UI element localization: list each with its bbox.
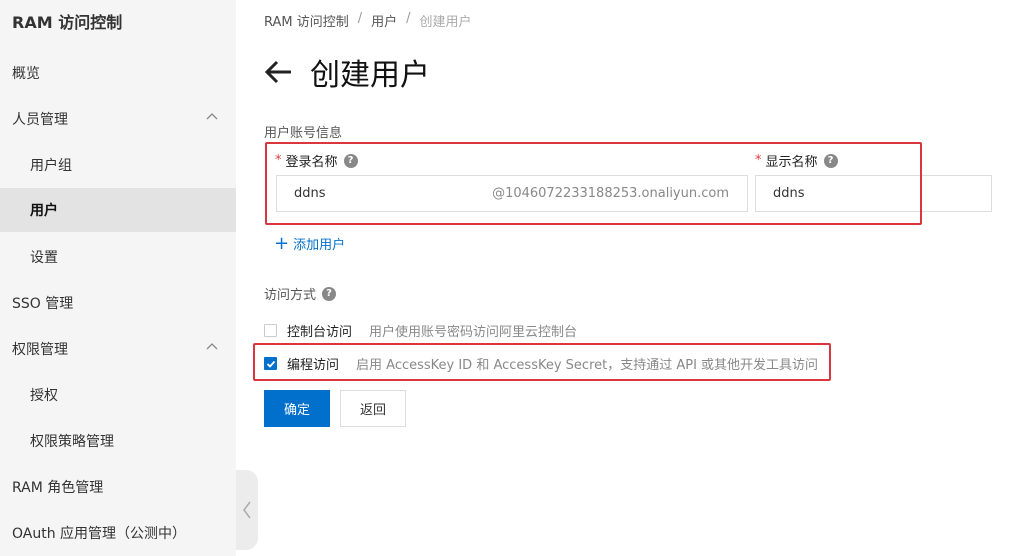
breadcrumb-item-ram[interactable]: RAM 访问控制	[264, 11, 349, 30]
sidebar: RAM 访问控制 概览 人员管理 用户组 用户 设置 SSO 管理 权限管理 授…	[0, 0, 236, 556]
sidebar-item-grants[interactable]: 授权	[0, 373, 236, 417]
sidebar-item-label: 用户组	[30, 158, 72, 174]
breadcrumb-item-users[interactable]: 用户	[371, 11, 397, 30]
breadcrumb-separator: /	[357, 11, 363, 26]
sidebar-item-label: SSO 管理	[12, 296, 74, 312]
console-access-desc: 用户使用账号密码访问阿里云控制台	[369, 325, 578, 340]
breadcrumb: RAM 访问控制 / 用户 / 创建用户	[264, 11, 472, 30]
sidebar-item-user-groups[interactable]: 用户组	[0, 143, 236, 187]
sidebar-item-policies[interactable]: 权限策略管理	[0, 419, 236, 463]
sidebar-item-label: 授权	[30, 388, 58, 404]
sidebar-item-ram-roles[interactable]: RAM 角色管理	[0, 465, 236, 509]
page-title: 创建用户	[310, 58, 430, 93]
main-content: RAM 访问控制 / 用户 / 创建用户 创建用户 用户账号信息 * 登录名称 …	[236, 0, 1024, 556]
sidebar-item-oauth-apps[interactable]: OAuth 应用管理（公测中）	[0, 511, 236, 555]
help-icon[interactable]: ?	[322, 286, 337, 301]
add-user-label: 添加用户	[293, 238, 346, 253]
sidebar-item-label: 用户	[30, 203, 58, 219]
highlight-box-account-info	[265, 142, 922, 225]
back-button[interactable]: 返回	[340, 390, 406, 427]
sidebar-item-users[interactable]: 用户	[0, 188, 236, 232]
highlight-box-programmatic-access	[253, 343, 831, 381]
sidebar-item-people-management[interactable]: 人员管理	[0, 97, 236, 141]
breadcrumb-separator: /	[406, 11, 411, 26]
sidebar-item-label: 概览	[12, 66, 40, 82]
sidebar-item-permission-management[interactable]: 权限管理	[0, 327, 236, 371]
sidebar-item-label: 权限管理	[12, 342, 68, 358]
breadcrumb-item-current: 创建用户	[419, 15, 472, 30]
sidebar-item-label: OAuth 应用管理（公测中）	[12, 526, 187, 542]
confirm-button[interactable]: 确定	[264, 390, 330, 427]
sidebar-item-settings[interactable]: 设置	[0, 235, 236, 279]
add-user-link[interactable]: + 添加用户	[274, 234, 345, 253]
plus-icon: +	[274, 232, 290, 254]
chevron-up-icon	[206, 113, 218, 120]
sidebar-item-label: 权限策略管理	[30, 434, 114, 450]
console-access-label: 控制台访问	[287, 325, 353, 340]
sidebar-item-label: 人员管理	[12, 112, 68, 128]
sidebar-title: RAM 访问控制	[12, 13, 123, 32]
sidebar-item-label: 设置	[30, 250, 58, 266]
account-info-section-label: 用户账号信息	[264, 126, 343, 141]
page-header: 创建用户	[264, 50, 430, 94]
sidebar-item-label: RAM 角色管理	[12, 480, 104, 496]
sidebar-item-overview[interactable]: 概览	[0, 51, 236, 95]
access-method-section-label: 访问方式 ?	[264, 284, 337, 303]
back-arrow-icon[interactable]	[264, 57, 294, 87]
access-method-label-text: 访问方式	[264, 288, 317, 303]
console-access-checkbox[interactable]	[264, 324, 277, 337]
console-access-option[interactable]: 控制台访问 用户使用账号密码访问阿里云控制台	[264, 321, 577, 340]
sidebar-item-sso[interactable]: SSO 管理	[0, 281, 236, 325]
chevron-up-icon	[206, 343, 218, 350]
